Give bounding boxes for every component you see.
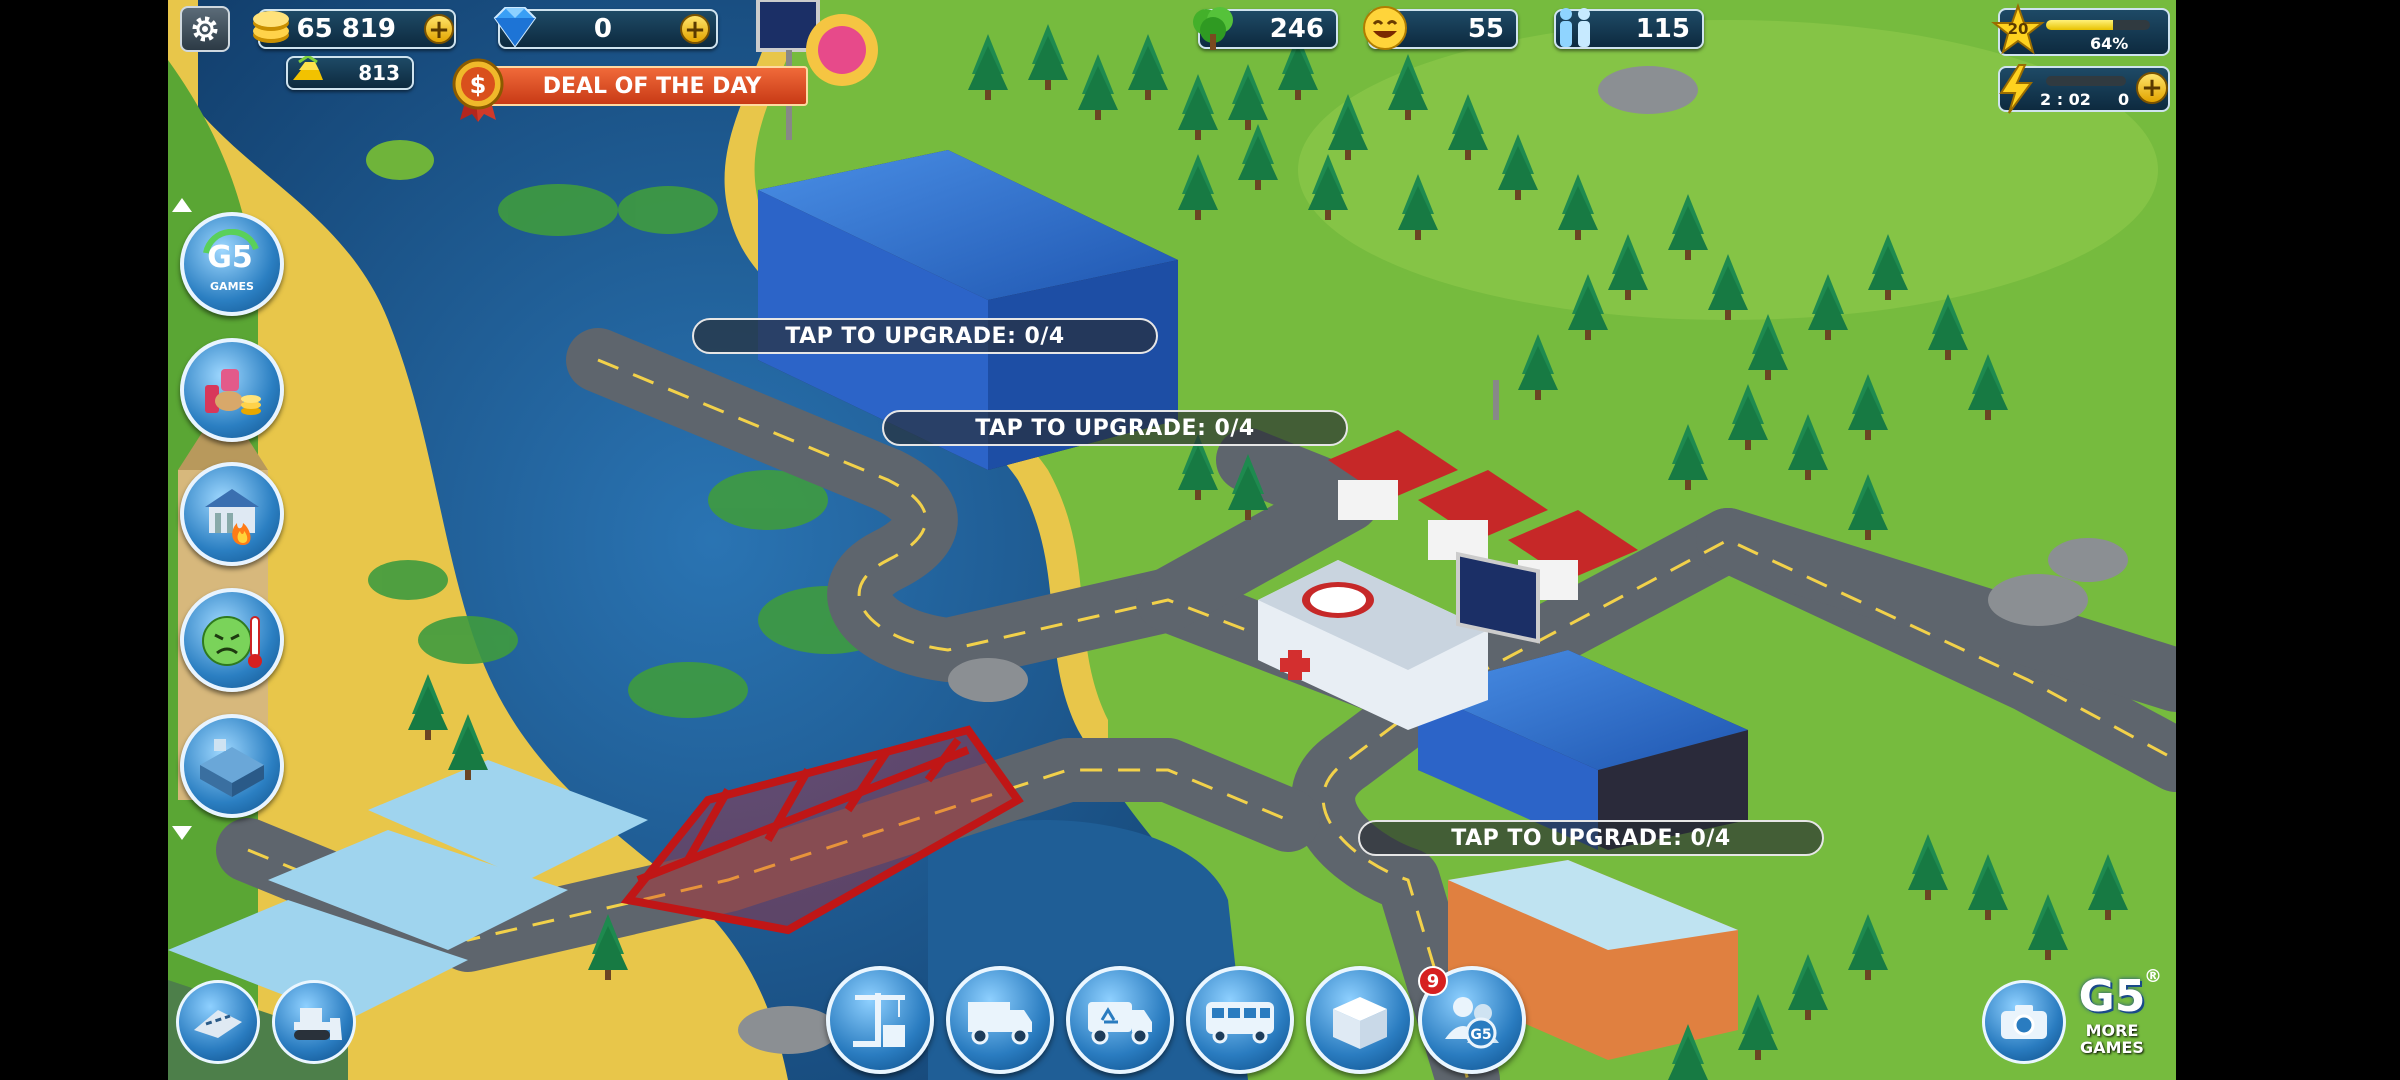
population-value: 115 xyxy=(1635,14,1690,44)
energy-value: 0 xyxy=(2118,90,2130,109)
gold-bars-icon xyxy=(288,54,328,92)
svg-text:G5: G5 xyxy=(207,240,253,275)
sickness-button[interactable] xyxy=(180,588,284,692)
trees-value: 246 xyxy=(1269,14,1324,44)
bulldozer-button[interactable] xyxy=(272,980,356,1064)
recycling-truck-button[interactable] xyxy=(1066,966,1174,1074)
bulldozer-icon xyxy=(294,1008,342,1040)
add-energy-button[interactable]: + xyxy=(2136,72,2168,104)
energy-bar-track xyxy=(2046,76,2126,86)
deal-of-the-day-label: DEAL OF THE DAY xyxy=(542,73,762,99)
box-icon xyxy=(1333,997,1387,1049)
fire-building-icon xyxy=(205,489,259,545)
friends-icon: G5 xyxy=(1445,997,1499,1049)
svg-text:G5: G5 xyxy=(1470,1027,1491,1043)
gear-icon xyxy=(192,16,218,42)
svg-text:$: $ xyxy=(470,71,487,99)
game-viewport[interactable]: 65 819 + 813 0 + DEAL OF THE DAY $ 246 5… xyxy=(168,0,2176,1080)
upgrade-label-site-1[interactable]: TAP TO UPGRADE: 0/4 xyxy=(692,318,1158,354)
xp-bar-fill xyxy=(2046,20,2113,30)
gems-value: 0 xyxy=(593,14,612,44)
bus-icon xyxy=(1206,1002,1274,1044)
more-games-button[interactable]: G5 MORE GAMES xyxy=(2066,972,2158,1072)
coins-icon xyxy=(246,0,296,50)
sick-face-icon xyxy=(202,616,262,668)
tree-icon xyxy=(1188,2,1238,54)
upgrade-label-site-3[interactable]: TAP TO UPGRADE: 0/4 xyxy=(1358,820,1824,856)
side-menu-scroll-down[interactable] xyxy=(172,826,192,840)
building-quest-button[interactable] xyxy=(180,714,284,818)
city-map[interactable] xyxy=(168,0,2176,1080)
crane-icon xyxy=(853,993,905,1047)
coins-value: 65 819 xyxy=(296,14,396,44)
xp-bar-track xyxy=(2046,20,2150,30)
happiness-value: 55 xyxy=(1467,14,1504,44)
upgrade-label-text: TAP TO UPGRADE: 0/4 xyxy=(975,415,1255,441)
shop-items-icon xyxy=(205,369,261,415)
g5-games-button[interactable]: G5 GAMES xyxy=(180,212,284,316)
xp-percent: 64% xyxy=(2090,34,2129,53)
building-icon xyxy=(200,739,264,797)
delivery-truck-button[interactable] xyxy=(946,966,1054,1074)
road-icon xyxy=(194,1010,242,1038)
notification-badge: 9 xyxy=(1418,966,1448,996)
deal-of-the-day-button[interactable]: DEAL OF THE DAY xyxy=(468,66,808,106)
add-gems-button[interactable]: + xyxy=(680,14,710,44)
recycle-truck-icon xyxy=(1088,1002,1152,1045)
population-icon xyxy=(1550,4,1600,52)
fire-station-button[interactable] xyxy=(180,462,284,566)
camera-button[interactable] xyxy=(1982,980,2066,1064)
energy-timer: 2 : 02 xyxy=(2040,90,2091,109)
settings-button[interactable] xyxy=(180,6,230,52)
shop-button[interactable] xyxy=(180,338,284,442)
add-coins-button[interactable]: + xyxy=(424,14,454,44)
level-number: 20 xyxy=(2007,20,2029,38)
upgrade-label-site-2[interactable]: TAP TO UPGRADE: 0/4 xyxy=(882,410,1348,446)
g5-games-label: GAMES xyxy=(210,280,254,293)
smiley-icon xyxy=(1360,3,1410,53)
side-menu-scroll-up[interactable] xyxy=(172,198,192,212)
bus-button[interactable] xyxy=(1186,966,1294,1074)
notification-count: 9 xyxy=(1426,970,1440,992)
lightning-icon xyxy=(1994,62,2038,116)
dollar-medal-icon: $ xyxy=(446,56,510,122)
storage-box-button[interactable] xyxy=(1306,966,1414,1074)
upgrade-label-text: TAP TO UPGRADE: 0/4 xyxy=(785,323,1065,349)
road-tool-button[interactable] xyxy=(176,980,260,1064)
build-button[interactable] xyxy=(826,966,934,1074)
truck-icon xyxy=(968,1002,1032,1045)
gold-bars-value: 813 xyxy=(358,61,400,85)
camera-icon xyxy=(2001,1005,2047,1039)
registered-mark: ® xyxy=(2144,966,2162,987)
diamond-icon xyxy=(486,2,544,52)
more-games-label: MORE GAMES xyxy=(2080,1021,2144,1057)
upgrade-label-text: TAP TO UPGRADE: 0/4 xyxy=(1451,825,1731,851)
